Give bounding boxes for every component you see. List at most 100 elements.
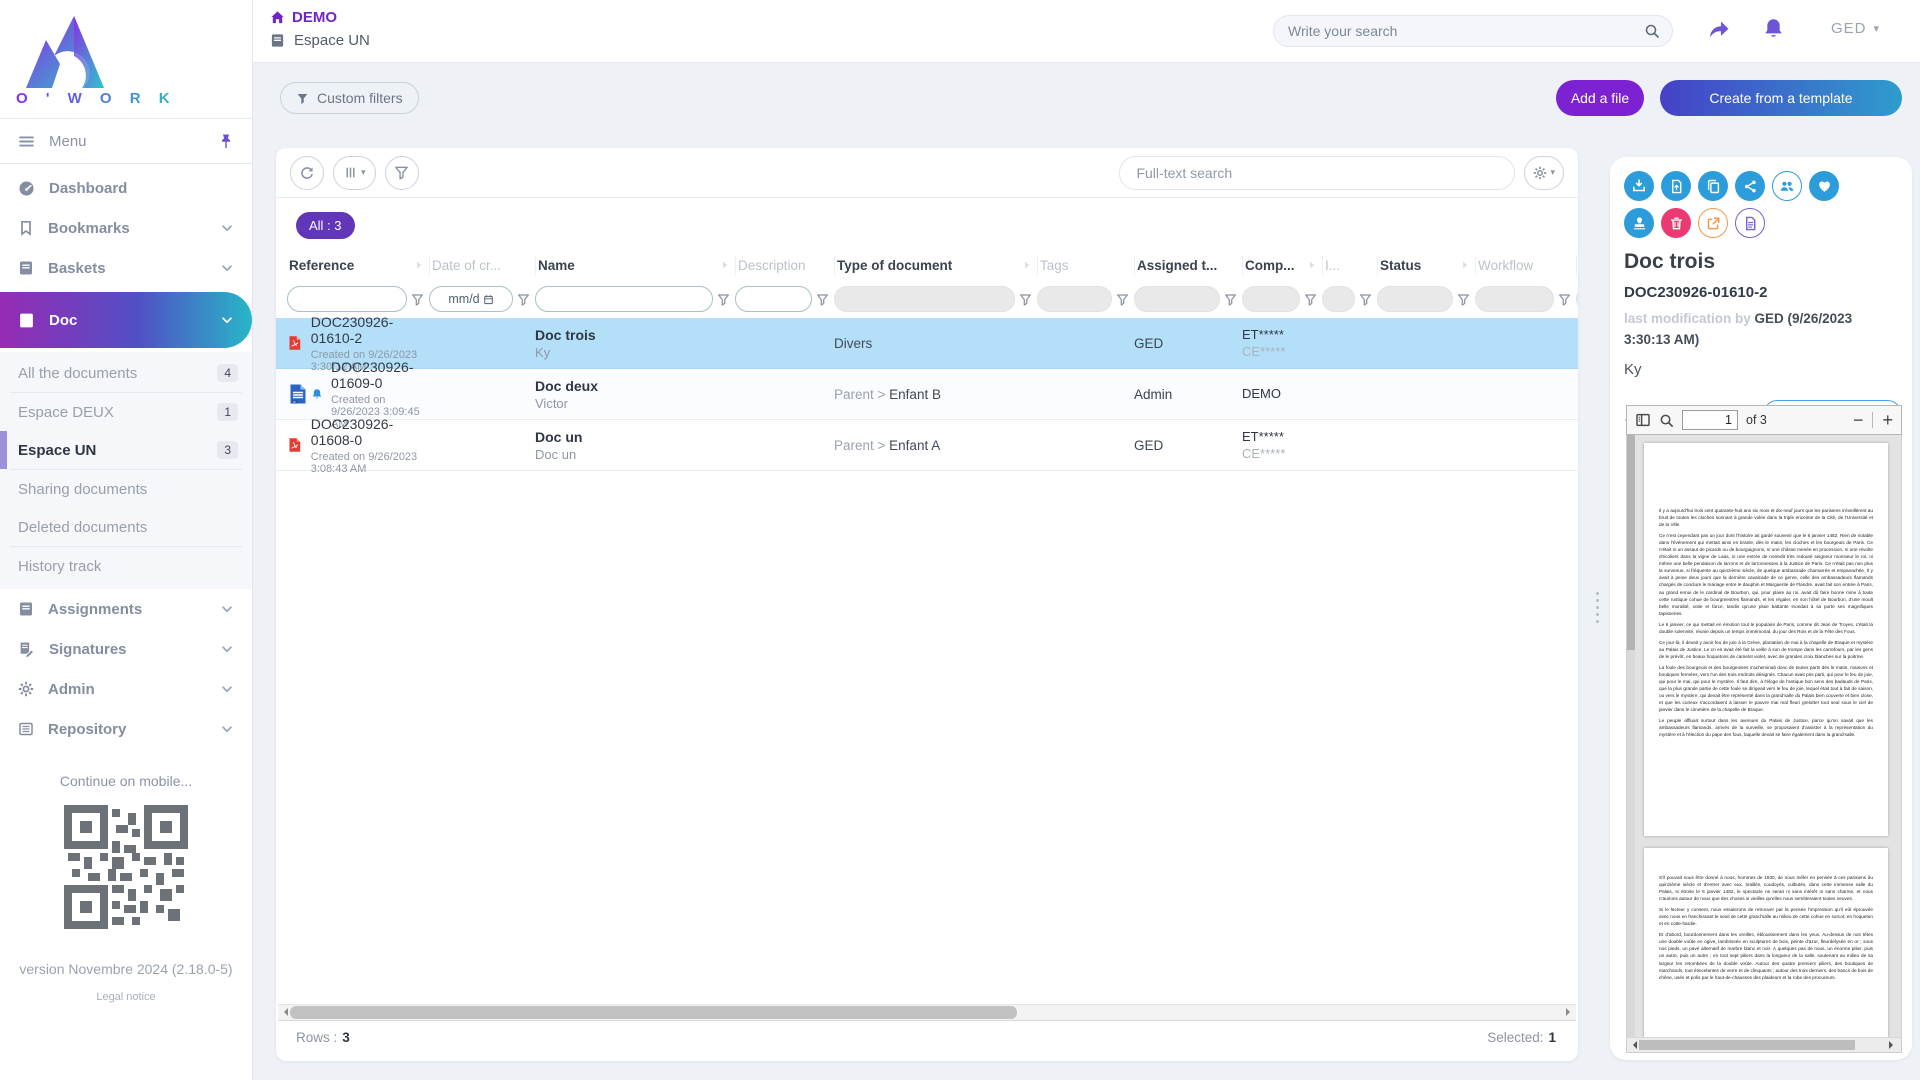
- sort-caret-icon[interactable]: [1459, 259, 1471, 271]
- funnel-icon[interactable]: [1304, 293, 1317, 306]
- filter-workflow-input[interactable]: [1475, 286, 1554, 312]
- sort-caret-icon[interactable]: [413, 259, 425, 271]
- sidebar-item-repository[interactable]: Repository: [0, 709, 252, 749]
- file-properties-button[interactable]: [1735, 208, 1765, 238]
- filter-y-input[interactable]: [1576, 286, 1578, 312]
- column-header-tags[interactable]: Tags: [1037, 255, 1134, 275]
- fulltext-search-input[interactable]: [1119, 156, 1515, 190]
- filter-tags-input[interactable]: [1037, 286, 1112, 312]
- share-button[interactable]: [1735, 171, 1765, 201]
- filter-assigned-input[interactable]: [1134, 286, 1220, 312]
- sidebar-item-admin[interactable]: Admin: [0, 669, 252, 709]
- sidebar-item-baskets[interactable]: Baskets: [0, 248, 252, 288]
- filter-type-input[interactable]: [834, 286, 1015, 312]
- column-header-workflow[interactable]: Workflow: [1475, 255, 1576, 275]
- menu-toggle[interactable]: Menu: [0, 118, 252, 164]
- refresh-button[interactable]: [290, 156, 324, 190]
- pdf-horizontal-scrollbar[interactable]: [1627, 1037, 1901, 1052]
- pin-icon[interactable]: [218, 133, 234, 149]
- funnel-icon[interactable]: [411, 293, 424, 306]
- create-from-template-button[interactable]: Create from a template: [1660, 80, 1902, 116]
- column-header-y[interactable]: Y...: [1576, 255, 1578, 275]
- scroll-right-arrow[interactable]: [1889, 1041, 1897, 1049]
- scroll-left-arrow[interactable]: [280, 1008, 288, 1016]
- sort-caret-icon[interactable]: [1306, 259, 1318, 271]
- sidebar-item-signatures[interactable]: Signatures: [0, 629, 252, 669]
- column-header-description[interactable]: Description: [735, 255, 834, 275]
- funnel-icon[interactable]: [816, 293, 829, 306]
- subnav-all-documents[interactable]: All the documents 4: [0, 354, 252, 392]
- breadcrumb-home[interactable]: DEMO: [270, 9, 370, 26]
- column-header-name[interactable]: Name: [535, 255, 735, 275]
- legal-notice-link[interactable]: Legal notice: [0, 991, 252, 1003]
- delete-button[interactable]: [1661, 208, 1691, 238]
- bell-icon[interactable]: [1762, 17, 1785, 40]
- column-header-assigned[interactable]: Assigned t...: [1134, 255, 1242, 275]
- funnel-icon[interactable]: [1019, 293, 1032, 306]
- zoom-out-button[interactable]: −: [1853, 411, 1864, 429]
- copy-button[interactable]: [1698, 171, 1728, 201]
- column-header-status[interactable]: Status: [1377, 255, 1475, 275]
- assign-users-button[interactable]: [1772, 171, 1802, 201]
- funnel-icon[interactable]: [717, 293, 730, 306]
- columns-button[interactable]: ▾: [333, 156, 376, 190]
- search-icon[interactable]: [1644, 23, 1660, 39]
- subnav-espace-un[interactable]: Espace UN 3: [0, 431, 252, 469]
- pdf-vertical-scrollbar[interactable]: [1627, 435, 1635, 1038]
- funnel-icon[interactable]: [1224, 293, 1237, 306]
- scrollbar-thumb[interactable]: [290, 1006, 1017, 1019]
- user-menu[interactable]: GED ▾: [1831, 20, 1880, 37]
- filter-button[interactable]: [385, 156, 419, 190]
- favorite-button[interactable]: [1809, 171, 1839, 201]
- search-icon[interactable]: [1659, 413, 1674, 428]
- funnel-icon[interactable]: [1558, 293, 1571, 306]
- subnav-sharing-documents[interactable]: Sharing documents: [0, 470, 252, 508]
- page-number-input[interactable]: [1682, 410, 1738, 430]
- sort-caret-icon[interactable]: [1021, 259, 1033, 271]
- scroll-left-arrow[interactable]: [1629, 1041, 1637, 1049]
- sidebar-item-dashboard[interactable]: Dashboard: [0, 168, 252, 208]
- table-horizontal-scrollbar[interactable]: [278, 1004, 1576, 1021]
- panel-resize-handle[interactable]: [1596, 592, 1599, 623]
- subnav-deleted-documents[interactable]: Deleted documents: [0, 508, 252, 546]
- scrollbar-thumb[interactable]: [1639, 1040, 1855, 1050]
- filter-i-input[interactable]: [1322, 286, 1355, 312]
- global-search-input[interactable]: [1286, 22, 1644, 40]
- column-header-i[interactable]: I...: [1322, 255, 1377, 275]
- upload-version-button[interactable]: [1661, 171, 1691, 201]
- breadcrumb-space[interactable]: Espace UN: [270, 32, 370, 49]
- funnel-icon[interactable]: [1457, 293, 1470, 306]
- subnav-history-track[interactable]: History track: [0, 547, 252, 585]
- filter-chip-all[interactable]: All : 3: [296, 212, 355, 239]
- sort-caret-icon[interactable]: [719, 259, 731, 271]
- download-button[interactable]: [1624, 171, 1654, 201]
- sidebar-item-doc[interactable]: Doc: [0, 292, 252, 348]
- share-arrow-icon[interactable]: [1707, 17, 1731, 41]
- funnel-icon[interactable]: [1359, 293, 1372, 306]
- filter-name-input[interactable]: [535, 286, 713, 312]
- zoom-in-button[interactable]: +: [1882, 411, 1893, 429]
- funnel-icon[interactable]: [517, 293, 530, 306]
- scroll-right-arrow[interactable]: [1566, 1008, 1574, 1016]
- filter-status-input[interactable]: [1377, 286, 1453, 312]
- pdf-viewport[interactable]: Il y a aujourd'hui trois cent quarante-h…: [1626, 435, 1902, 1053]
- custom-filters-button[interactable]: Custom filters: [280, 82, 419, 114]
- column-header-date[interactable]: Date of cr...: [429, 255, 535, 275]
- table-row[interactable]: DOC230926-01608-0 Created on 9/26/2023 3…: [276, 420, 1578, 471]
- sidebar-item-assignments[interactable]: Assignments: [0, 589, 252, 629]
- funnel-icon[interactable]: [1116, 293, 1129, 306]
- filter-description-input[interactable]: [735, 286, 812, 312]
- table-settings-button[interactable]: ▾: [1524, 156, 1564, 190]
- sidebar-item-bookmarks[interactable]: Bookmarks: [0, 208, 252, 248]
- stamp-button[interactable]: [1624, 208, 1654, 238]
- column-header-reference[interactable]: Reference: [287, 255, 429, 275]
- filter-reference-input[interactable]: [287, 286, 407, 312]
- add-file-button[interactable]: Add a file: [1556, 80, 1644, 116]
- subnav-espace-deux[interactable]: Espace DEUX 1: [0, 393, 252, 431]
- open-external-button[interactable]: [1698, 208, 1728, 238]
- scrollbar-thumb[interactable]: [1627, 435, 1635, 650]
- sidebar-toggle-icon[interactable]: [1635, 412, 1651, 428]
- column-header-company[interactable]: Comp...: [1242, 255, 1322, 275]
- table-row[interactable]: DOC230926-01609-0 Created on 9/26/2023 3…: [276, 369, 1578, 420]
- filter-company-input[interactable]: [1242, 286, 1300, 312]
